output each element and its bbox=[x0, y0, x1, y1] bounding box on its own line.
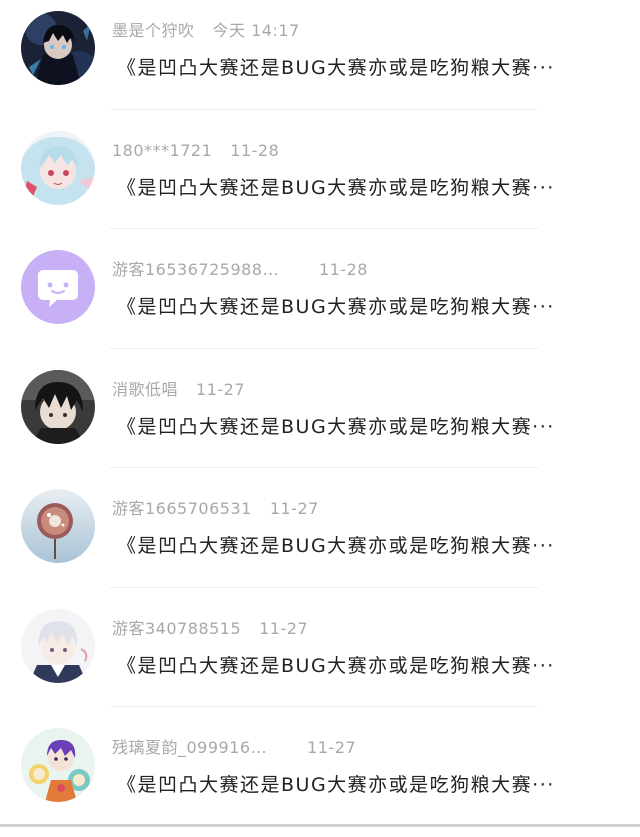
message-item[interactable]: 残璃夏韵_099916… 11-27 《是凹凸大赛还是BUG大赛亦或是吃狗粮大赛·… bbox=[0, 717, 640, 837]
message-time: 11-27 bbox=[196, 379, 246, 399]
sender-name: 180***1721 bbox=[112, 140, 213, 160]
colorful-anime-group-avatar[interactable] bbox=[21, 728, 95, 802]
message-time: 11-27 bbox=[259, 618, 309, 638]
message-item[interactable]: 游客16536725988… 11-28 《是凹凸大赛还是BUG大赛亦或是吃狗粮大… bbox=[0, 239, 640, 359]
dark-anime-character-avatar[interactable] bbox=[21, 11, 95, 85]
message-meta: 游客340788515 11-27 bbox=[112, 616, 308, 642]
message-meta: 残璃夏韵_099916… 11-27 bbox=[112, 735, 356, 761]
message-item[interactable]: 游客340788515 11-27 《是凹凸大赛还是BUG大赛亦或是吃狗粮大赛··… bbox=[0, 598, 640, 718]
sender-name: 游客1665706531 bbox=[112, 499, 252, 518]
divider bbox=[110, 347, 538, 349]
sender-name: 墨是个狩吹 bbox=[112, 21, 195, 40]
paper-fan-avatar[interactable] bbox=[21, 489, 95, 563]
message-item[interactable]: 游客1665706531 11-27 《是凹凸大赛还是BUG大赛亦或是吃狗粮大赛·… bbox=[0, 478, 640, 598]
white-haired-anime-boy-avatar[interactable] bbox=[21, 608, 95, 683]
sender-name: 消歌低唱 bbox=[112, 379, 179, 399]
message-time: 今天 14:17 bbox=[212, 21, 300, 40]
message-time: 11-28 bbox=[318, 260, 368, 279]
sender-name: 游客16536725988… bbox=[112, 260, 279, 279]
message-preview: 《是凹凸大赛还是BUG大赛亦或是吃狗粮大赛··· bbox=[117, 176, 555, 199]
message-preview: 《是凹凸大赛还是BUG大赛亦或是吃狗粮大赛··· bbox=[117, 535, 555, 557]
message-list: 墨是个狩吹 今天 14:17 《是凹凸大赛还是BUG大赛亦或是吃狗粮大赛··· 1… bbox=[0, 0, 640, 837]
sender-name: 残璃夏韵_099916… bbox=[112, 738, 268, 757]
message-preview: 《是凹凸大赛还是BUG大赛亦或是吃狗粮大赛··· bbox=[117, 654, 555, 677]
pastel-anime-girl-avatar[interactable] bbox=[21, 130, 95, 205]
message-meta: 游客1665706531 11-27 bbox=[112, 496, 319, 522]
message-time: 11-27 bbox=[307, 738, 357, 757]
message-meta: 180***1721 11-28 bbox=[112, 138, 279, 164]
message-time: 11-28 bbox=[230, 140, 280, 160]
divider bbox=[110, 586, 538, 588]
message-meta: 游客16536725988… 11-28 bbox=[112, 257, 368, 283]
message-meta: 消歌低唱 11-27 bbox=[112, 377, 245, 403]
divider bbox=[110, 108, 538, 110]
message-item[interactable]: 消歌低唱 11-27 《是凹凸大赛还是BUG大赛亦或是吃狗粮大赛··· bbox=[0, 359, 640, 479]
message-item[interactable]: 墨是个狩吹 今天 14:17 《是凹凸大赛还是BUG大赛亦或是吃狗粮大赛··· bbox=[0, 0, 640, 120]
default-chat-bubble-avatar[interactable] bbox=[21, 250, 95, 324]
message-meta: 墨是个狩吹 今天 14:17 bbox=[112, 18, 300, 44]
message-item[interactable]: 180***1721 11-28 《是凹凸大赛还是BUG大赛亦或是吃狗粮大赛··· bbox=[0, 120, 640, 240]
message-preview: 《是凹凸大赛还是BUG大赛亦或是吃狗粮大赛··· bbox=[117, 296, 555, 318]
divider bbox=[110, 706, 538, 707]
message-time: 11-27 bbox=[269, 499, 319, 518]
message-preview: 《是凹凸大赛还是BUG大赛亦或是吃狗粮大赛··· bbox=[117, 57, 555, 79]
dark-haired-anime-boy-avatar[interactable] bbox=[21, 369, 95, 444]
sender-name: 游客340788515 bbox=[112, 618, 242, 638]
divider bbox=[110, 467, 538, 468]
divider bbox=[110, 228, 538, 229]
message-preview: 《是凹凸大赛还是BUG大赛亦或是吃狗粮大赛··· bbox=[117, 415, 555, 438]
message-preview: 《是凹凸大赛还是BUG大赛亦或是吃狗粮大赛··· bbox=[117, 774, 555, 796]
